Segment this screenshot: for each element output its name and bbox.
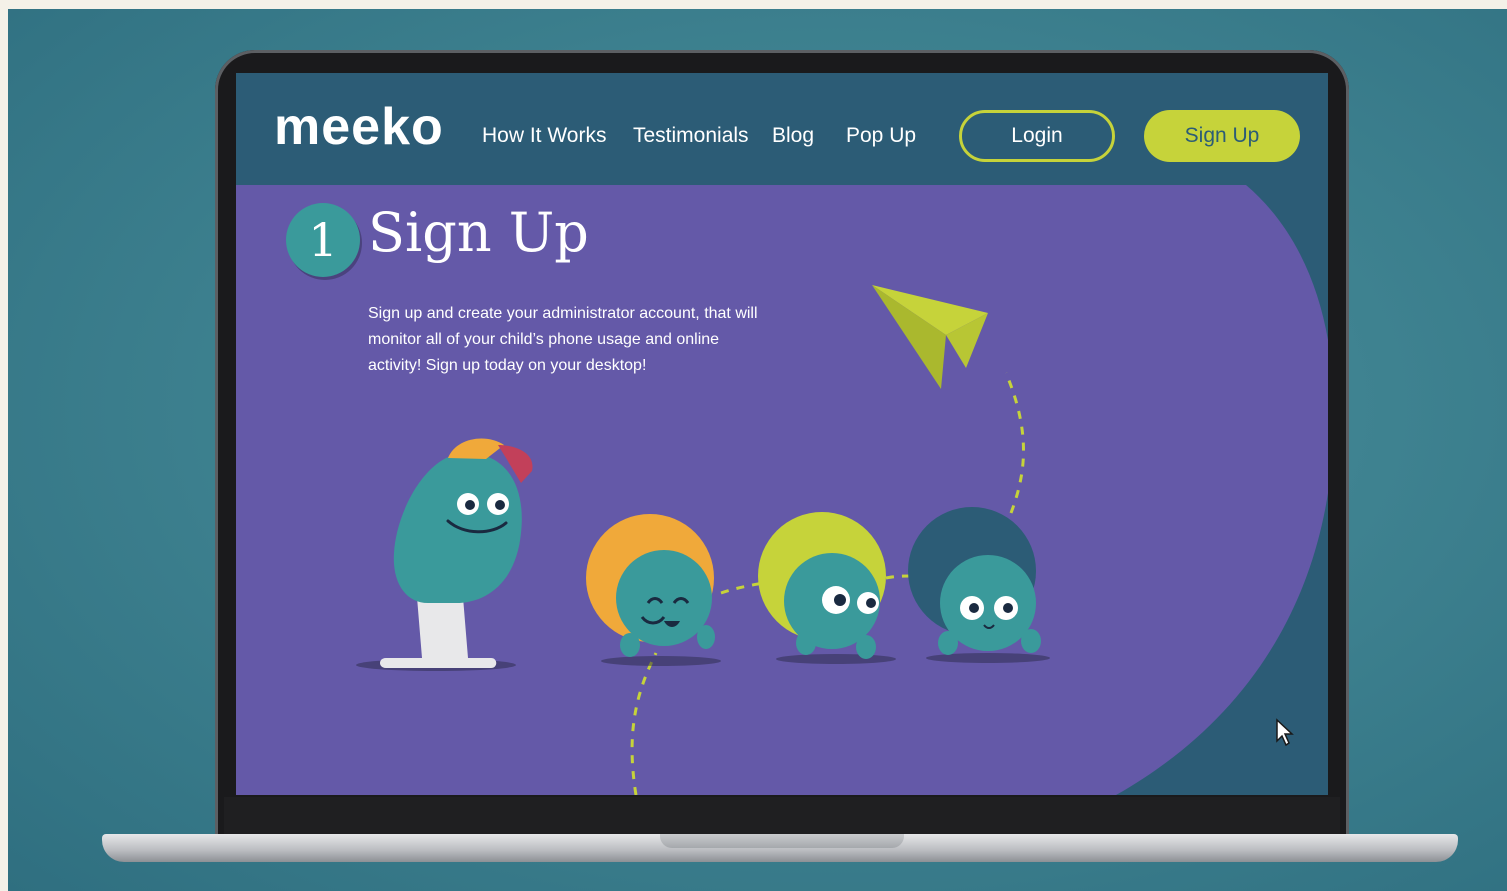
happy-character	[586, 514, 721, 666]
hero-illustration	[356, 285, 1294, 795]
curious-character	[758, 512, 896, 664]
tall-character	[356, 438, 533, 671]
mouse-cursor-icon	[1276, 718, 1294, 747]
laptop-notch	[660, 834, 904, 848]
background: meeko How It Works Testimonials Blog Pop…	[8, 9, 1507, 891]
laptop-chin	[224, 797, 1340, 835]
laptop-screen: meeko How It Works Testimonials Blog Pop…	[236, 73, 1328, 795]
paper-plane-icon	[872, 285, 988, 389]
smiling-character	[908, 507, 1050, 663]
